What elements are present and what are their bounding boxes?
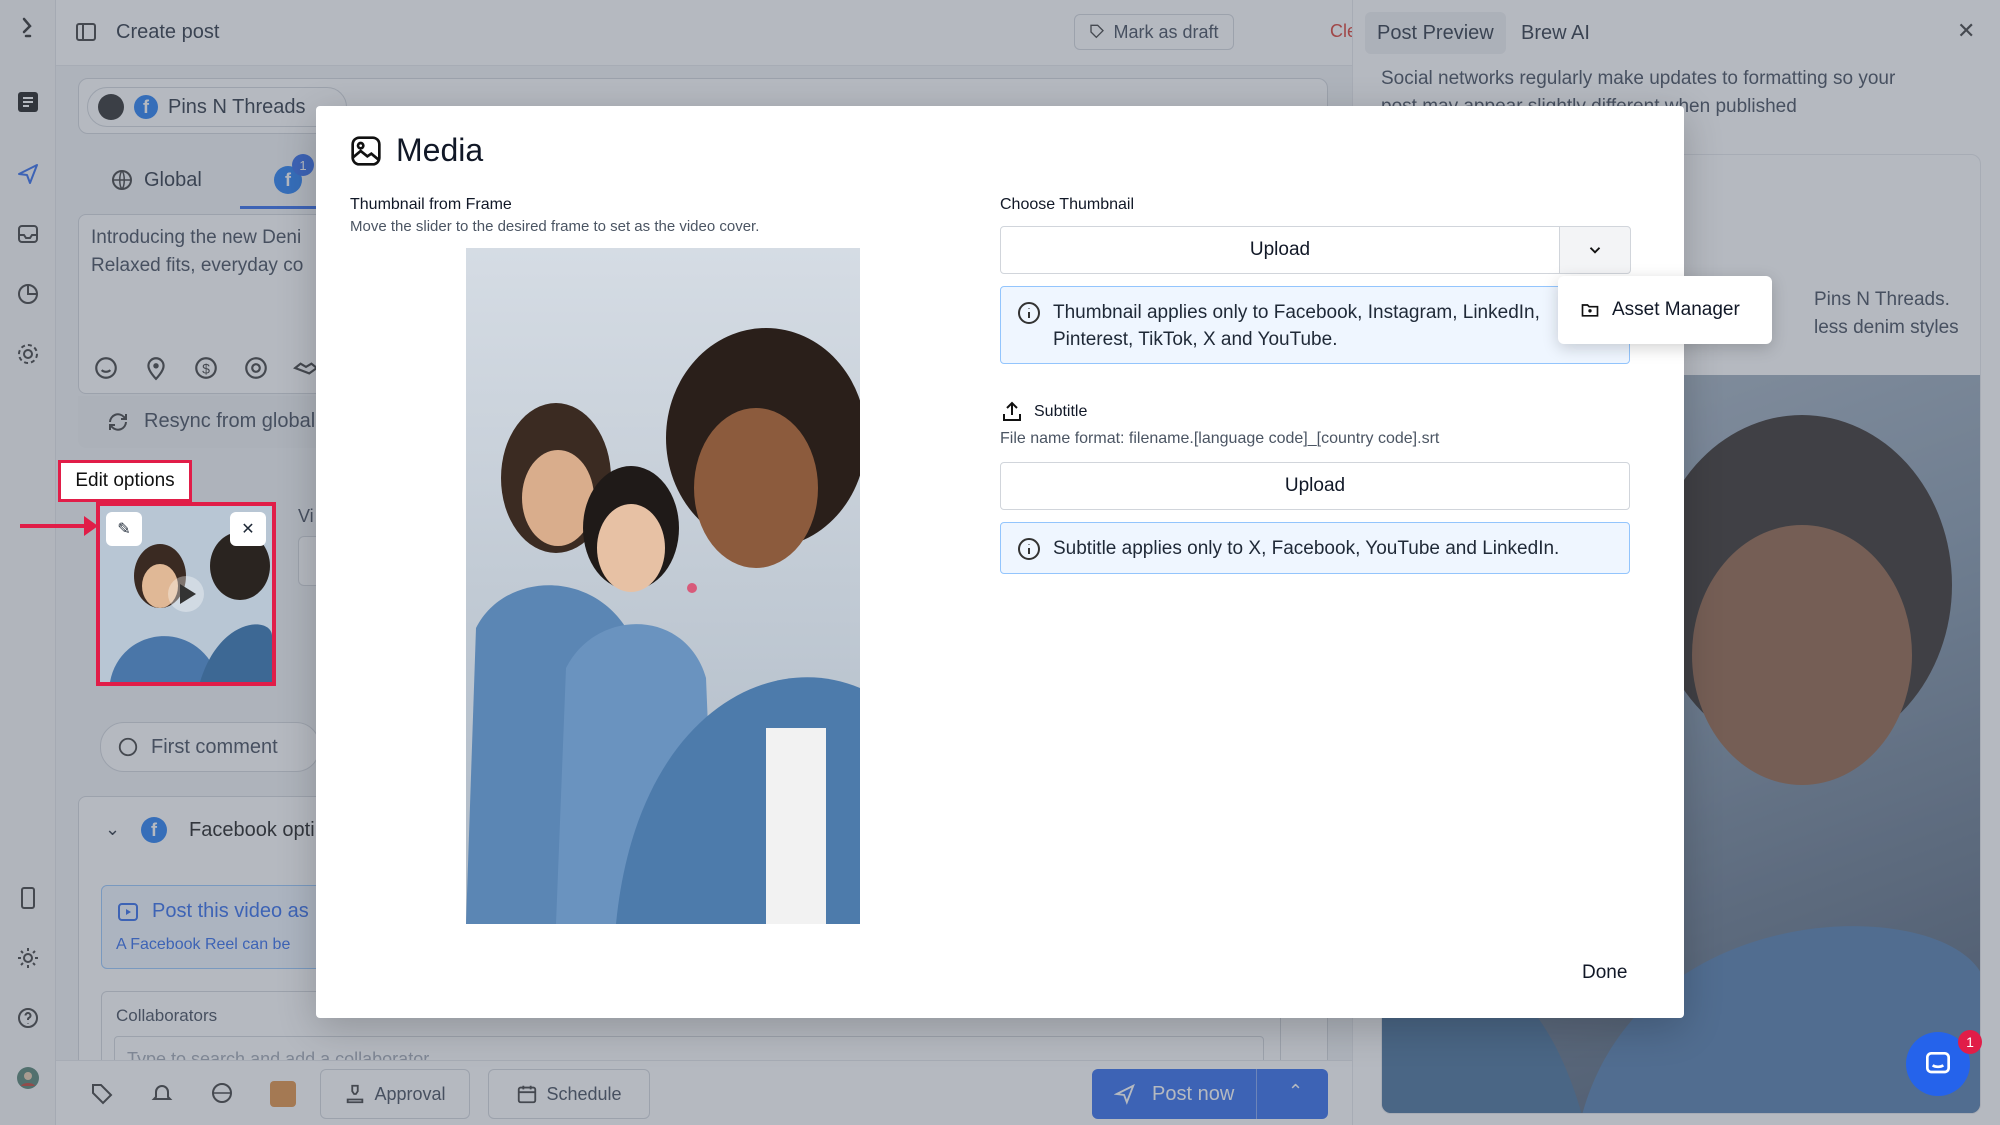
done-button[interactable]: Done: [1582, 962, 1627, 984]
chevron-down-icon: [1589, 247, 1601, 254]
thumbnail-frame-desc: Move the slider to the desired frame to …: [350, 218, 760, 235]
subtitle-info-text: Subtitle applies only to X, Facebook, Yo…: [1053, 538, 1560, 559]
annotation-arrow: [20, 516, 98, 536]
video-frame-preview[interactable]: [466, 248, 860, 924]
thumbnail-upload-button[interactable]: Upload: [1001, 227, 1559, 273]
subtitle-label: Subtitle: [1034, 403, 1088, 420]
info-icon: [1018, 302, 1040, 324]
modal-title: Media: [396, 132, 484, 168]
upload-options-toggle[interactable]: [1559, 226, 1631, 274]
thumbnail-info-text: Thumbnail applies only to Facebook, Inst…: [1053, 302, 1540, 350]
thumbnail-upload-group: Upload: [1000, 226, 1631, 274]
image-icon: [351, 135, 381, 166]
thumbnail-info-box: Thumbnail applies only to Facebook, Inst…: [1000, 286, 1630, 364]
media-modal: Media Thumbnail from Frame Move the slid…: [316, 106, 1684, 1018]
info-icon: [1018, 538, 1040, 560]
subtitle-upload-button[interactable]: Upload: [1000, 462, 1630, 510]
asset-manager-label: Asset Manager: [1612, 299, 1740, 320]
thumbnail-frame-label: Thumbnail from Frame: [350, 196, 512, 213]
edit-pencil-icon[interactable]: ✎: [106, 512, 142, 546]
remove-media-icon[interactable]: ✕: [230, 512, 266, 546]
edit-options-callout: Edit options: [58, 460, 192, 502]
subtitle-info-box: Subtitle applies only to X, Facebook, Yo…: [1000, 522, 1630, 574]
choose-thumbnail-label: Choose Thumbnail: [1000, 196, 1135, 213]
folder-image-icon: [1581, 304, 1599, 317]
asset-manager-menu-item[interactable]: Asset Manager: [1558, 276, 1772, 344]
media-thumbnail[interactable]: ✎ ✕: [96, 502, 276, 686]
chat-icon: [1926, 1052, 1950, 1074]
upload-icon: [1003, 401, 1021, 421]
subtitle-format: File name format: filename.[language cod…: [1000, 430, 1440, 447]
chat-badge: 1: [1958, 1030, 1982, 1054]
